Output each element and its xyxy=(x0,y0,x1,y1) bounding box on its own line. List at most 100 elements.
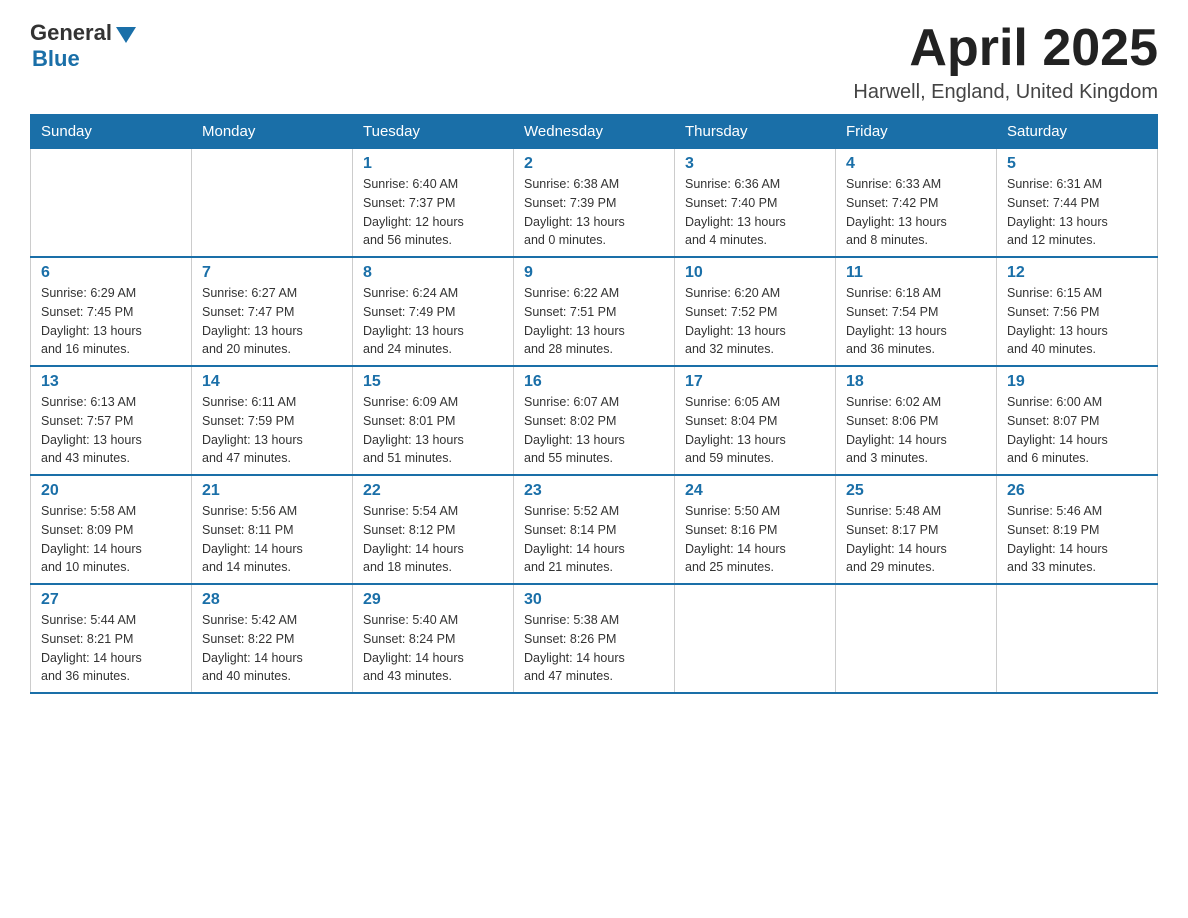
day-info: Sunrise: 6:11 AMSunset: 7:59 PMDaylight:… xyxy=(202,393,342,468)
calendar-cell: 29 Sunrise: 5:40 AMSunset: 8:24 PMDayligh… xyxy=(353,584,514,693)
day-info: Sunrise: 6:02 AMSunset: 8:06 PMDaylight:… xyxy=(846,393,986,468)
calendar-cell: 26 Sunrise: 5:46 AMSunset: 8:19 PMDayligh… xyxy=(997,475,1158,584)
day-info: Sunrise: 5:40 AMSunset: 8:24 PMDaylight:… xyxy=(363,611,503,686)
calendar-cell: 5 Sunrise: 6:31 AMSunset: 7:44 PMDaylight… xyxy=(997,149,1158,258)
calendar-cell: 13Sunrise: 6:13 AMSunset: 7:57 PMDayligh… xyxy=(31,366,192,475)
day-info: Sunrise: 6:18 AMSunset: 7:54 PMDaylight:… xyxy=(846,284,986,359)
day-number: 21 xyxy=(202,482,342,500)
day-info: Sunrise: 5:42 AMSunset: 8:22 PMDaylight:… xyxy=(202,611,342,686)
day-number: 4 xyxy=(846,155,986,173)
day-info: Sunrise: 5:44 AMSunset: 8:21 PMDaylight:… xyxy=(41,611,181,686)
day-number: 29 xyxy=(363,591,503,609)
title-section: April 2025 Harwell, England, United King… xyxy=(853,20,1158,104)
calendar-cell xyxy=(997,584,1158,693)
calendar-cell: 10Sunrise: 6:20 AMSunset: 7:52 PMDayligh… xyxy=(675,257,836,366)
calendar-cell: 23 Sunrise: 5:52 AMSunset: 8:14 PMDayligh… xyxy=(514,475,675,584)
day-number: 1 xyxy=(363,155,503,173)
logo-blue-text: Blue xyxy=(32,46,80,72)
calendar-cell: 19 Sunrise: 6:00 AMSunset: 8:07 PMDayligh… xyxy=(997,366,1158,475)
day-number: 7 xyxy=(202,264,342,282)
calendar-week-row: 27 Sunrise: 5:44 AMSunset: 8:21 PMDayligh… xyxy=(31,584,1158,693)
day-number: 27 xyxy=(41,591,181,609)
day-info: Sunrise: 5:52 AMSunset: 8:14 PMDaylight:… xyxy=(524,502,664,577)
day-number: 5 xyxy=(1007,155,1147,173)
calendar-table: SundayMondayTuesdayWednesdayThursdayFrid… xyxy=(30,114,1158,694)
day-info: Sunrise: 5:56 AMSunset: 8:11 PMDaylight:… xyxy=(202,502,342,577)
calendar-cell xyxy=(836,584,997,693)
weekday-header-wednesday: Wednesday xyxy=(514,115,675,149)
calendar-cell xyxy=(31,149,192,258)
calendar-cell: 24 Sunrise: 5:50 AMSunset: 8:16 PMDayligh… xyxy=(675,475,836,584)
calendar-cell: 9 Sunrise: 6:22 AMSunset: 7:51 PMDaylight… xyxy=(514,257,675,366)
day-number: 26 xyxy=(1007,482,1147,500)
day-info: Sunrise: 6:13 AMSunset: 7:57 PMDaylight:… xyxy=(41,393,181,468)
page-header: General Blue April 2025 Harwell, England… xyxy=(30,20,1158,104)
calendar-week-row: 6 Sunrise: 6:29 AMSunset: 7:45 PMDaylight… xyxy=(31,257,1158,366)
day-info: Sunrise: 6:38 AMSunset: 7:39 PMDaylight:… xyxy=(524,175,664,250)
calendar-week-row: 1 Sunrise: 6:40 AMSunset: 7:37 PMDaylight… xyxy=(31,149,1158,258)
day-number: 6 xyxy=(41,264,181,282)
calendar-cell: 17 Sunrise: 6:05 AMSunset: 8:04 PMDayligh… xyxy=(675,366,836,475)
day-info: Sunrise: 6:05 AMSunset: 8:04 PMDaylight:… xyxy=(685,393,825,468)
calendar-cell xyxy=(675,584,836,693)
day-info: Sunrise: 6:40 AMSunset: 7:37 PMDaylight:… xyxy=(363,175,503,250)
day-number: 17 xyxy=(685,373,825,391)
day-info: Sunrise: 6:07 AMSunset: 8:02 PMDaylight:… xyxy=(524,393,664,468)
calendar-cell: 15 Sunrise: 6:09 AMSunset: 8:01 PMDayligh… xyxy=(353,366,514,475)
day-info: Sunrise: 5:58 AMSunset: 8:09 PMDaylight:… xyxy=(41,502,181,577)
weekday-header-saturday: Saturday xyxy=(997,115,1158,149)
day-info: Sunrise: 5:46 AMSunset: 8:19 PMDaylight:… xyxy=(1007,502,1147,577)
calendar-cell: 6 Sunrise: 6:29 AMSunset: 7:45 PMDaylight… xyxy=(31,257,192,366)
calendar-location: Harwell, England, United Kingdom xyxy=(853,81,1158,104)
day-number: 25 xyxy=(846,482,986,500)
calendar-cell: 8 Sunrise: 6:24 AMSunset: 7:49 PMDaylight… xyxy=(353,257,514,366)
weekday-header-monday: Monday xyxy=(192,115,353,149)
day-number: 19 xyxy=(1007,373,1147,391)
day-number: 14 xyxy=(202,373,342,391)
calendar-week-row: 13Sunrise: 6:13 AMSunset: 7:57 PMDayligh… xyxy=(31,366,1158,475)
calendar-cell: 28 Sunrise: 5:42 AMSunset: 8:22 PMDayligh… xyxy=(192,584,353,693)
calendar-week-row: 20 Sunrise: 5:58 AMSunset: 8:09 PMDayligh… xyxy=(31,475,1158,584)
day-info: Sunrise: 5:38 AMSunset: 8:26 PMDaylight:… xyxy=(524,611,664,686)
day-number: 3 xyxy=(685,155,825,173)
logo-arrow-icon xyxy=(116,27,136,43)
day-info: Sunrise: 6:09 AMSunset: 8:01 PMDaylight:… xyxy=(363,393,503,468)
calendar-cell: 20 Sunrise: 5:58 AMSunset: 8:09 PMDayligh… xyxy=(31,475,192,584)
day-info: Sunrise: 6:24 AMSunset: 7:49 PMDaylight:… xyxy=(363,284,503,359)
calendar-cell: 16Sunrise: 6:07 AMSunset: 8:02 PMDayligh… xyxy=(514,366,675,475)
day-number: 9 xyxy=(524,264,664,282)
calendar-cell: 3 Sunrise: 6:36 AMSunset: 7:40 PMDaylight… xyxy=(675,149,836,258)
calendar-cell: 14 Sunrise: 6:11 AMSunset: 7:59 PMDayligh… xyxy=(192,366,353,475)
day-number: 28 xyxy=(202,591,342,609)
weekday-header-friday: Friday xyxy=(836,115,997,149)
calendar-cell: 1 Sunrise: 6:40 AMSunset: 7:37 PMDaylight… xyxy=(353,149,514,258)
day-info: Sunrise: 6:22 AMSunset: 7:51 PMDaylight:… xyxy=(524,284,664,359)
day-info: Sunrise: 6:00 AMSunset: 8:07 PMDaylight:… xyxy=(1007,393,1147,468)
calendar-cell: 27 Sunrise: 5:44 AMSunset: 8:21 PMDayligh… xyxy=(31,584,192,693)
day-number: 18 xyxy=(846,373,986,391)
calendar-cell: 21 Sunrise: 5:56 AMSunset: 8:11 PMDayligh… xyxy=(192,475,353,584)
calendar-cell: 12 Sunrise: 6:15 AMSunset: 7:56 PMDayligh… xyxy=(997,257,1158,366)
day-info: Sunrise: 6:29 AMSunset: 7:45 PMDaylight:… xyxy=(41,284,181,359)
calendar-cell: 7 Sunrise: 6:27 AMSunset: 7:47 PMDaylight… xyxy=(192,257,353,366)
day-info: Sunrise: 5:50 AMSunset: 8:16 PMDaylight:… xyxy=(685,502,825,577)
logo: General Blue xyxy=(30,20,136,72)
day-number: 20 xyxy=(41,482,181,500)
day-number: 23 xyxy=(524,482,664,500)
day-info: Sunrise: 5:54 AMSunset: 8:12 PMDaylight:… xyxy=(363,502,503,577)
day-number: 24 xyxy=(685,482,825,500)
calendar-cell xyxy=(192,149,353,258)
day-info: Sunrise: 6:31 AMSunset: 7:44 PMDaylight:… xyxy=(1007,175,1147,250)
day-info: Sunrise: 6:36 AMSunset: 7:40 PMDaylight:… xyxy=(685,175,825,250)
day-number: 15 xyxy=(363,373,503,391)
logo-general-text: General xyxy=(30,20,112,46)
calendar-title: April 2025 xyxy=(853,20,1158,77)
day-number: 11 xyxy=(846,264,986,282)
day-info: Sunrise: 6:15 AMSunset: 7:56 PMDaylight:… xyxy=(1007,284,1147,359)
day-number: 22 xyxy=(363,482,503,500)
day-info: Sunrise: 6:27 AMSunset: 7:47 PMDaylight:… xyxy=(202,284,342,359)
day-number: 8 xyxy=(363,264,503,282)
calendar-cell: 11 Sunrise: 6:18 AMSunset: 7:54 PMDayligh… xyxy=(836,257,997,366)
day-number: 12 xyxy=(1007,264,1147,282)
weekday-header-sunday: Sunday xyxy=(31,115,192,149)
